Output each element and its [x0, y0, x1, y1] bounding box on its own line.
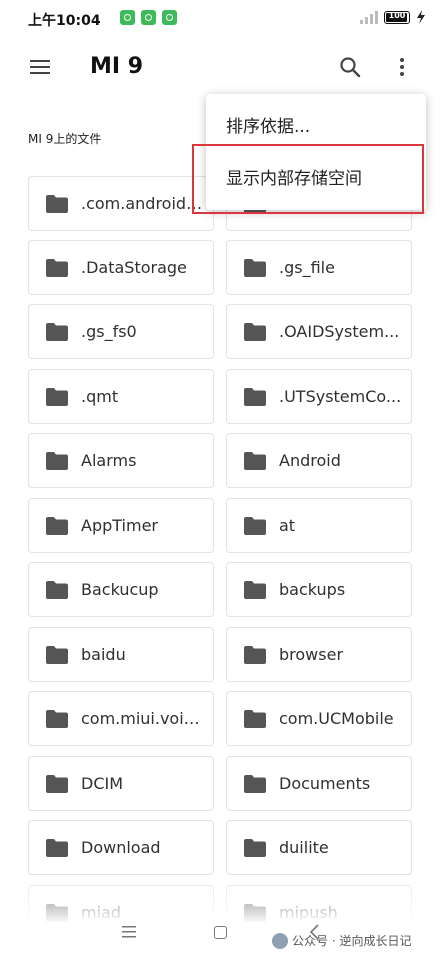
folder-tile[interactable]: baidu — [28, 627, 214, 682]
folder-icon — [46, 388, 68, 406]
page-title: MI 9 — [90, 54, 144, 79]
notification-icon — [120, 10, 135, 25]
folder-tile[interactable]: AppTimer — [28, 498, 214, 553]
folder-icon — [46, 452, 68, 470]
folder-name: duilite — [279, 838, 329, 857]
folder-icon — [46, 710, 68, 728]
folder-tile[interactable]: com.miui.voic... — [28, 691, 214, 746]
folder-name: Documents — [279, 774, 371, 793]
folder-tile[interactable]: backups — [226, 562, 412, 617]
folder-name: com.UCMobile — [279, 709, 394, 728]
folder-name: Backucup — [81, 580, 159, 599]
folder-icon — [244, 775, 266, 793]
folder-tile[interactable]: .DataStorage — [28, 240, 214, 295]
status-bar: 上午10:04 100 — [0, 0, 440, 38]
folder-name: Alarms — [81, 451, 137, 470]
folder-icon — [244, 839, 266, 857]
folder-tile[interactable]: duilite — [226, 820, 412, 875]
folder-icon — [46, 839, 68, 857]
folder-tile[interactable]: Backucup — [28, 562, 214, 617]
folder-tile[interactable]: .OAIDSystem... — [226, 304, 412, 359]
battery-level: 100 — [388, 10, 406, 20]
folder-name: .qmt — [81, 387, 119, 406]
folder-name: .OAIDSystem... — [279, 322, 400, 341]
watermark: 公众号 · 逆向成长日记 — [272, 932, 411, 949]
navigation-bar: 公众号 · 逆向成长日记 — [0, 906, 440, 960]
folder-tile[interactable]: .com.android.... — [28, 176, 214, 231]
folder-tile[interactable]: Alarms — [28, 433, 214, 488]
folder-tile[interactable]: Android — [226, 433, 412, 488]
folder-tile[interactable]: com.UCMobile — [226, 691, 412, 746]
folder-icon — [46, 323, 68, 341]
app-bar: MI 9 — [0, 40, 440, 96]
folder-icon — [46, 646, 68, 664]
folder-icon — [46, 517, 68, 535]
notification-icon — [141, 10, 156, 25]
home-icon[interactable] — [214, 926, 227, 939]
folder-name: baidu — [81, 645, 126, 664]
folder-tile[interactable]: at — [226, 498, 412, 553]
folder-name: at — [279, 516, 296, 535]
folder-tile[interactable]: Download — [28, 820, 214, 875]
folder-icon — [244, 646, 266, 664]
menu-item-sort-by[interactable]: 排序依据... — [226, 112, 310, 137]
folder-name: .DataStorage — [81, 258, 187, 277]
folder-icon — [244, 710, 266, 728]
folder-tile[interactable]: .qmt — [28, 369, 214, 424]
folder-icon — [46, 195, 68, 213]
folder-tile[interactable]: Documents — [226, 756, 412, 811]
folder-icon — [244, 452, 266, 470]
more-options-icon[interactable] — [390, 55, 414, 79]
folder-tile[interactable]: .gs_file — [226, 240, 412, 295]
watermark-text: 公众号 · 逆向成长日记 — [292, 934, 412, 948]
folder-tile[interactable]: .UTSystemCo... — [226, 369, 412, 424]
folder-name: browser — [279, 645, 344, 664]
signal-icon — [360, 10, 378, 24]
folder-icon — [244, 517, 266, 535]
folder-icon — [46, 259, 68, 277]
notification-icons — [120, 10, 177, 25]
notification-icon — [162, 10, 177, 25]
folder-icon — [46, 775, 68, 793]
folder-icon — [244, 259, 266, 277]
folder-name: Android — [279, 451, 341, 470]
recent-apps-icon[interactable] — [122, 926, 136, 938]
wechat-icon — [272, 932, 288, 949]
status-indicators: 100 — [360, 10, 426, 24]
folder-name: .com.android.... — [81, 194, 205, 213]
battery-icon: 100 — [384, 10, 410, 24]
folder-name: DCIM — [81, 774, 124, 793]
folder-name: AppTimer — [81, 516, 158, 535]
folder-name: .gs_fs0 — [81, 322, 137, 341]
folder-name: .gs_file — [279, 258, 335, 277]
folder-name: .UTSystemCo... — [279, 387, 402, 406]
charging-icon — [417, 10, 425, 24]
highlight-annotation — [192, 144, 424, 214]
folder-name: backups — [279, 580, 346, 599]
menu-icon[interactable] — [28, 55, 52, 79]
folder-tile[interactable]: DCIM — [28, 756, 214, 811]
folder-name: com.miui.voic... — [81, 709, 205, 728]
folder-icon — [244, 388, 266, 406]
status-time: 上午10:04 — [28, 13, 101, 29]
search-icon[interactable] — [338, 55, 362, 79]
section-label: MI 9上的文件 — [28, 132, 102, 146]
folder-icon — [244, 323, 266, 341]
folder-name: Download — [81, 838, 161, 857]
folder-tile[interactable]: .gs_fs0 — [28, 304, 214, 359]
folder-icon — [46, 581, 68, 599]
folder-tile[interactable]: browser — [226, 627, 412, 682]
folder-icon — [244, 581, 266, 599]
